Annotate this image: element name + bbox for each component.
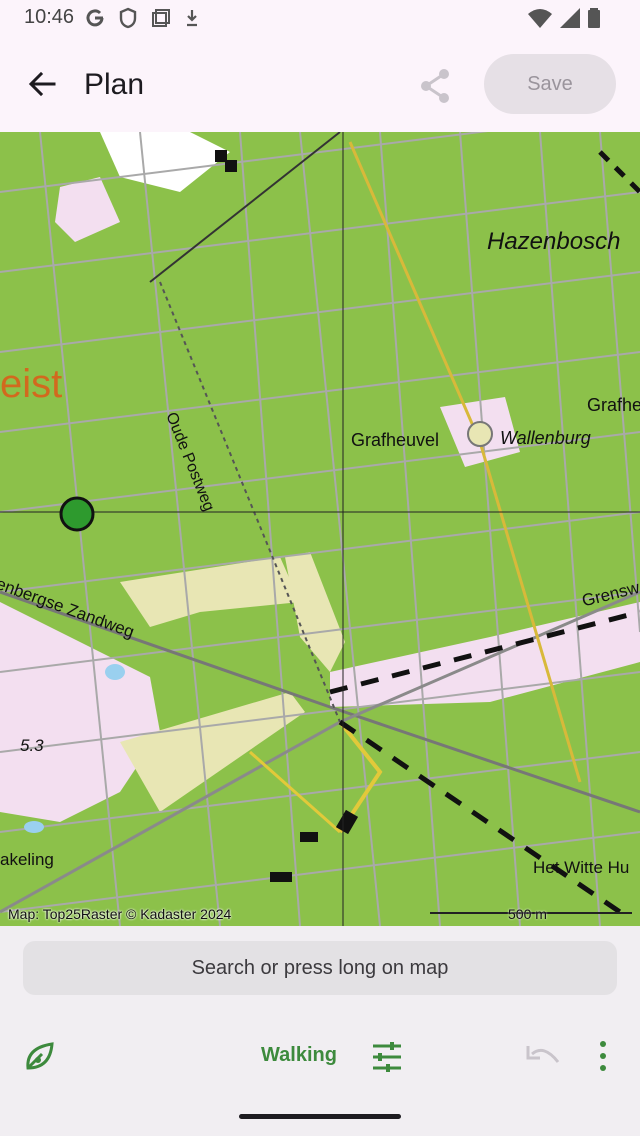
screenshot-icon	[152, 9, 170, 27]
google-icon	[86, 9, 104, 27]
map-label-het-witte-hu: Het Witte Hu	[533, 858, 630, 877]
download-icon	[187, 10, 197, 27]
more-vert-icon[interactable]	[588, 1038, 618, 1074]
signal-icon	[560, 8, 580, 28]
page-title: Plan	[84, 68, 145, 101]
battery-icon	[588, 8, 600, 28]
route-icon[interactable]	[22, 1038, 58, 1074]
status-bar: 10:46	[0, 0, 640, 36]
location-marker	[59, 496, 95, 532]
map-label-akeling: akeling	[0, 850, 54, 869]
scale-label: 500 m	[508, 906, 547, 922]
heath-area-3	[55, 177, 120, 242]
tumulus-marker	[467, 421, 493, 447]
heath-area	[0, 602, 160, 822]
undo-icon[interactable]	[524, 1040, 562, 1074]
search-field[interactable]: Search or press long on map	[23, 941, 617, 995]
sand-area-2	[285, 552, 345, 672]
map-label-hazenbosch: Hazenbosch	[487, 228, 621, 255]
route-toolbar: Walking	[0, 1026, 640, 1086]
tune-icon[interactable]	[370, 1040, 404, 1074]
water-pond-2	[24, 821, 44, 833]
map-view[interactable]: Hazenbosch Grafhe Grafheuvel Wallenburg …	[0, 132, 640, 926]
save-button[interactable]: Save	[484, 54, 616, 114]
status-notification-icons	[84, 7, 200, 29]
app-bar: Plan Save	[0, 36, 640, 132]
buildings	[215, 150, 359, 882]
map-attribution: Map: Top25Raster © Kadaster 2024	[8, 906, 232, 922]
built-area	[100, 132, 230, 192]
map-label-eist: eist	[0, 362, 63, 406]
bottom-panel: Search or press long on map Walking	[0, 926, 640, 1136]
share-icon[interactable]	[416, 66, 456, 106]
travel-mode-label[interactable]: Walking	[261, 1044, 337, 1067]
boundary-line-3	[598, 150, 640, 194]
gesture-handle[interactable]	[239, 1114, 401, 1119]
map-label-grafheuvel: Grafheuvel	[351, 430, 440, 450]
boundary-line-2	[338, 719, 622, 915]
water-pond	[105, 664, 125, 680]
status-system-icons	[528, 8, 600, 28]
wifi-icon	[528, 9, 552, 28]
map-label-grafhe: Grafhe	[587, 395, 640, 415]
shield-icon	[119, 7, 137, 29]
map-label-wallenburg: Wallenburg	[500, 428, 591, 448]
search-placeholder: Search or press long on map	[191, 956, 449, 979]
map-label-elevation: 5.3	[20, 736, 44, 755]
status-time: 10:46	[24, 6, 75, 28]
arrow-back-icon[interactable]	[22, 64, 62, 104]
